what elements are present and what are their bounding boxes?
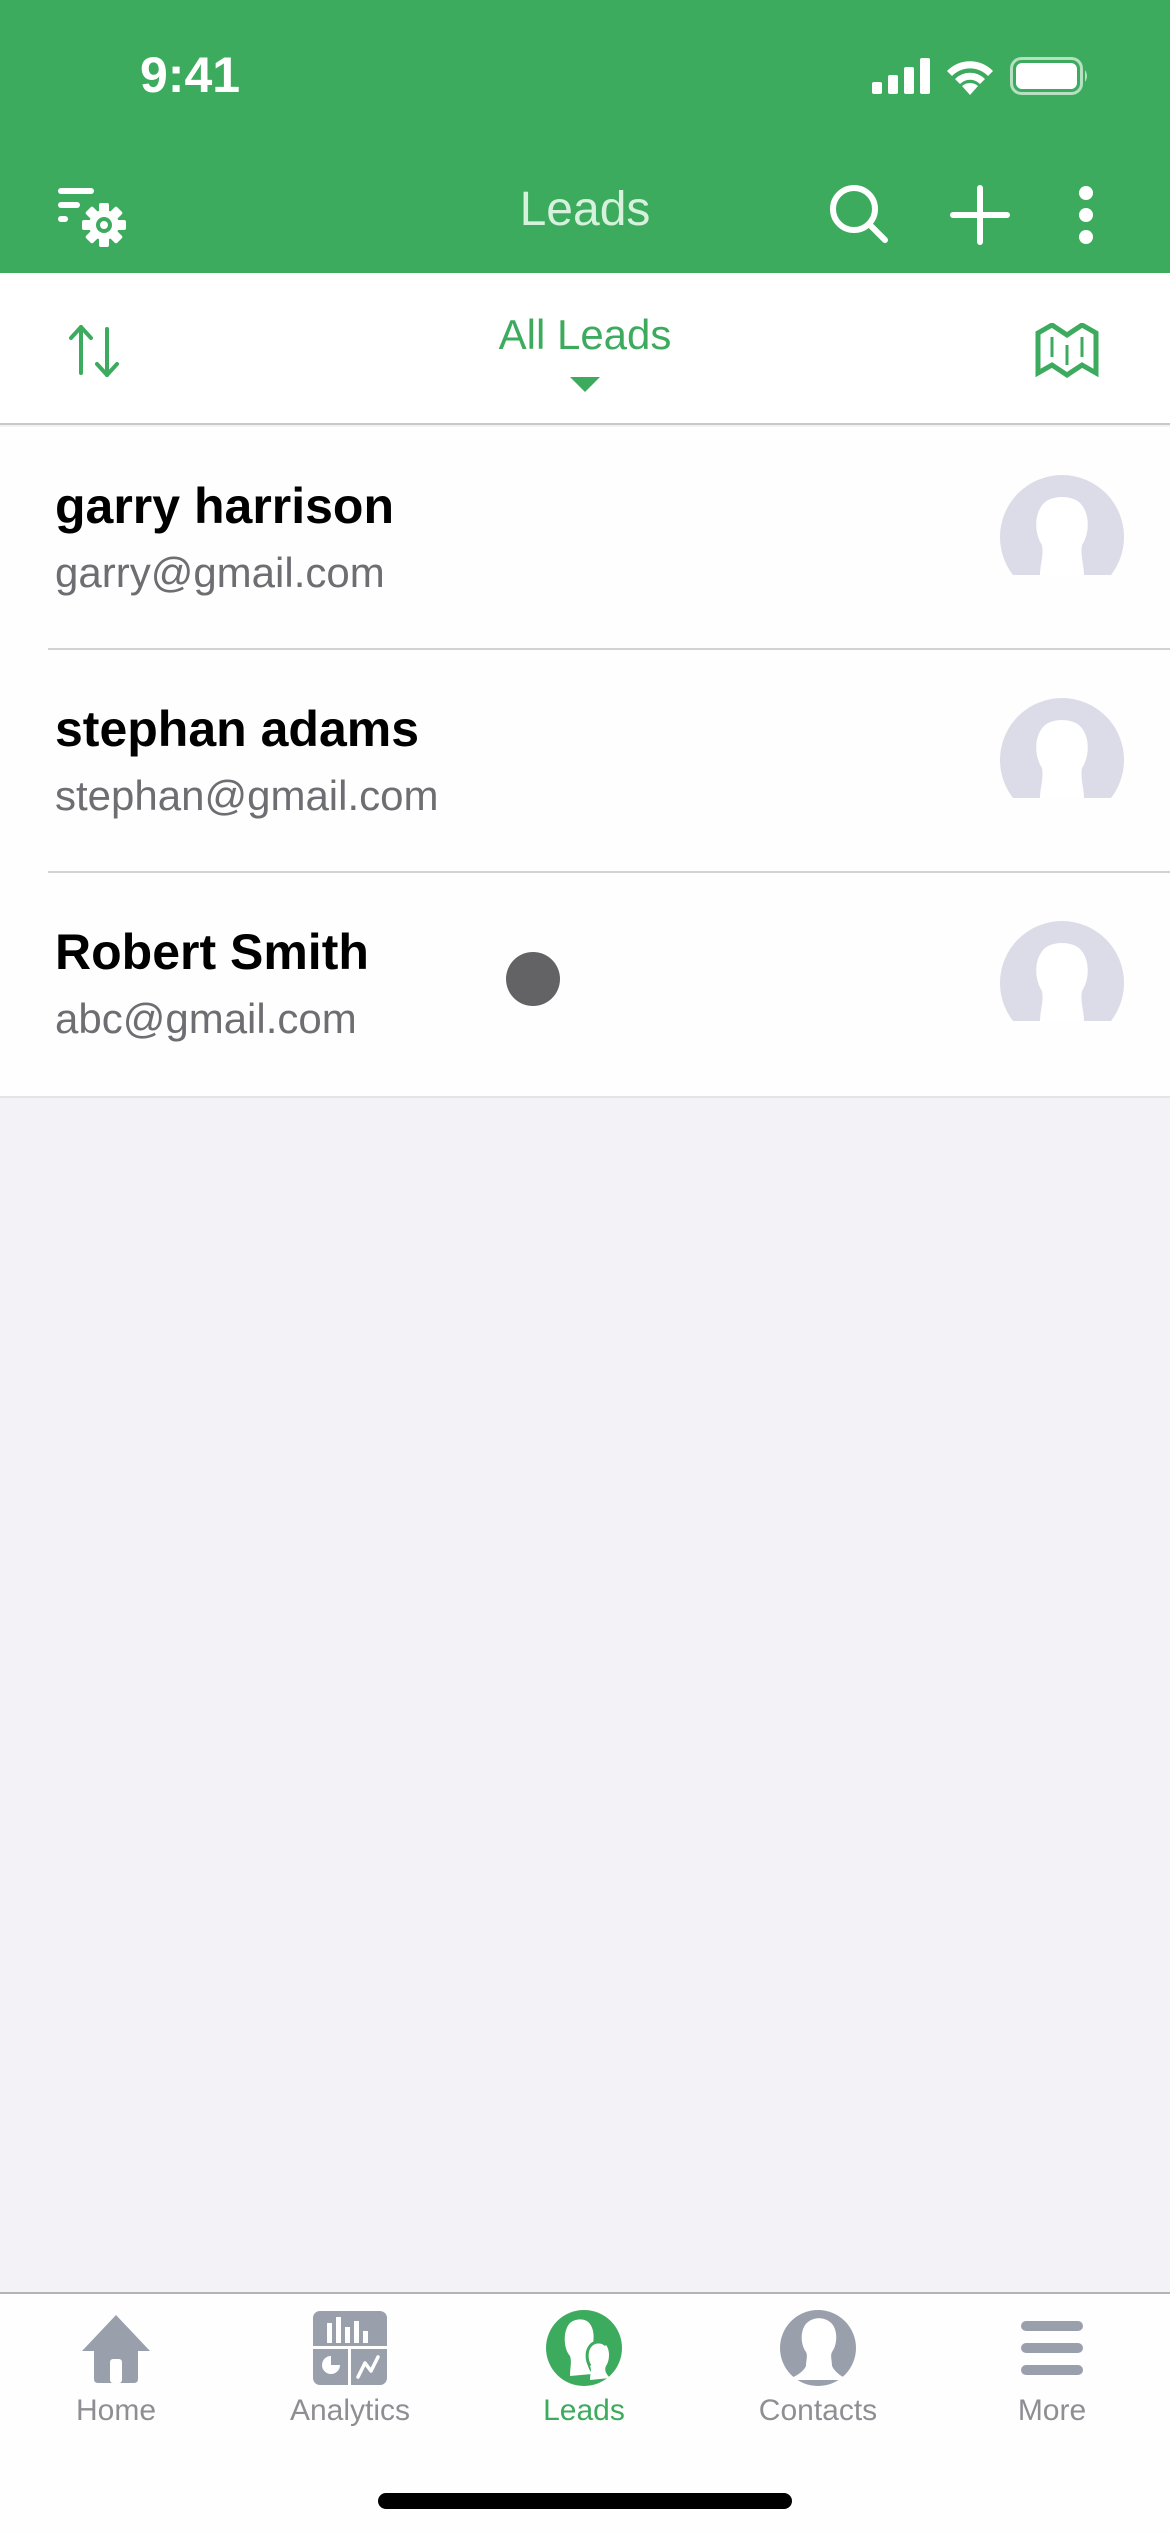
map-icon bbox=[1035, 323, 1099, 379]
home-indicator[interactable] bbox=[378, 2493, 792, 2509]
filter-bar: All Leads bbox=[0, 273, 1170, 425]
tab-label: Home bbox=[75, 2394, 157, 2427]
analytics-icon bbox=[313, 2311, 387, 2385]
app-header: 9:41 Leads bbox=[0, 0, 1170, 273]
search-icon bbox=[830, 185, 888, 243]
tab-leads[interactable]: Leads bbox=[484, 2308, 684, 2428]
avatar-placeholder-icon bbox=[1000, 698, 1124, 822]
home-icon bbox=[82, 2315, 150, 2383]
wifi-icon bbox=[947, 61, 993, 95]
tab-home[interactable]: Home bbox=[16, 2308, 216, 2428]
lead-row[interactable]: Robert Smith abc@gmail.com bbox=[0, 873, 1170, 1096]
tab-label: More bbox=[1017, 2394, 1087, 2427]
lead-name: Robert Smith bbox=[55, 924, 369, 980]
tab-label: Contacts bbox=[758, 2394, 878, 2427]
tab-label: Analytics bbox=[289, 2394, 411, 2427]
lead-email: abc@gmail.com bbox=[55, 995, 357, 1042]
avatar-placeholder-icon bbox=[1000, 921, 1124, 1045]
plus-icon bbox=[950, 185, 1010, 245]
lead-row[interactable]: stephan adams stephan@gmail.com bbox=[0, 650, 1170, 873]
lead-name: garry harrison bbox=[55, 478, 395, 534]
lead-email: stephan@gmail.com bbox=[55, 772, 439, 819]
battery-icon bbox=[1010, 57, 1087, 95]
leads-icon bbox=[546, 2310, 622, 2386]
map-view-button[interactable] bbox=[1022, 311, 1112, 391]
dropdown-caret-icon[interactable] bbox=[570, 377, 600, 392]
status-icons bbox=[872, 56, 1090, 96]
leads-list: garry harrison garry@gmail.com stephan a… bbox=[0, 427, 1170, 1098]
tab-contacts[interactable]: Contacts bbox=[718, 2308, 918, 2428]
cellular-signal-icon bbox=[872, 58, 930, 94]
tab-more[interactable]: More bbox=[952, 2308, 1152, 2428]
more-vertical-icon bbox=[1079, 186, 1093, 244]
lead-view-selector[interactable]: All Leads bbox=[0, 311, 1170, 359]
more-options-button[interactable] bbox=[1046, 175, 1126, 255]
touch-indicator bbox=[506, 952, 560, 1006]
search-button[interactable] bbox=[820, 175, 900, 255]
tab-label: Leads bbox=[543, 2394, 625, 2427]
lead-email: garry@gmail.com bbox=[55, 549, 385, 596]
menu-icon bbox=[1021, 2321, 1083, 2375]
contacts-icon bbox=[780, 2310, 856, 2386]
status-time: 9:41 bbox=[140, 47, 241, 103]
tab-analytics[interactable]: Analytics bbox=[250, 2308, 450, 2428]
lead-row[interactable]: garry harrison garry@gmail.com bbox=[0, 427, 1170, 650]
lead-name: stephan adams bbox=[55, 701, 420, 757]
status-bar: 9:41 bbox=[0, 0, 1170, 150]
navigation-bar: Leads bbox=[0, 160, 1170, 260]
add-lead-button[interactable] bbox=[940, 175, 1020, 255]
avatar-placeholder-icon bbox=[1000, 475, 1124, 599]
